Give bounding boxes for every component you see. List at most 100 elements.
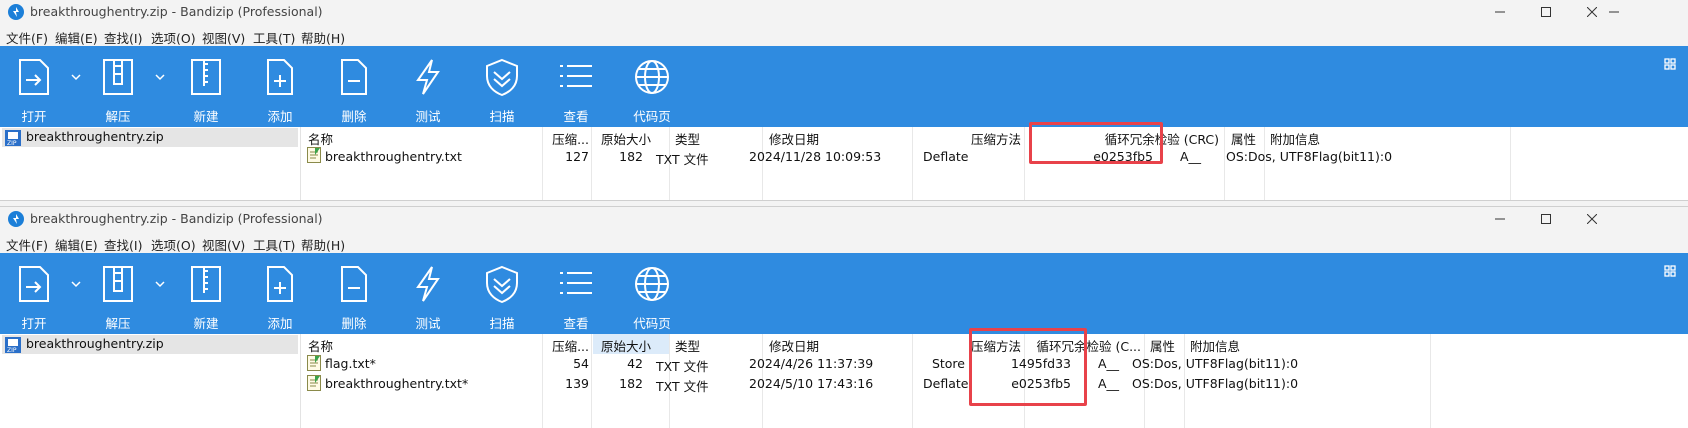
window-separator xyxy=(0,200,1688,207)
new-button[interactable]: 新建 xyxy=(174,257,238,331)
extract-button[interactable]: 解压 xyxy=(86,50,150,124)
bandizip-window-top: breakthroughentry.zip - Bandizip (Profes… xyxy=(0,0,1688,200)
zip-archive-icon: ZIP xyxy=(5,130,21,146)
delete-button[interactable]: 删除 xyxy=(322,50,386,124)
test-button[interactable]: 测试 xyxy=(396,50,460,124)
chevron-down-icon[interactable] xyxy=(70,279,82,289)
menu-bar: 文件(F) 编辑(E) 查找(I) 选项(O) 视图(V) 工具(T) 帮助(H… xyxy=(0,231,1688,253)
cell-attr: A__ xyxy=(1180,149,1202,164)
list-view-icon xyxy=(560,65,592,87)
new-button[interactable]: 新建 xyxy=(174,50,238,124)
cell-compressed: 54 xyxy=(573,356,589,371)
tree-item-archive[interactable]: ZIP breakthroughentry.zip xyxy=(2,128,298,147)
new-archive-icon xyxy=(191,59,221,95)
cell-method: Deflate xyxy=(923,149,969,164)
delete-button[interactable]: 删除 xyxy=(322,257,386,331)
chevron-down-icon[interactable] xyxy=(70,72,82,82)
file-list: 名称 压缩... 原始大小 类型 修改日期 压缩方法 循环冗余检验 (CRC) … xyxy=(303,122,1688,200)
toolbar: 打开 解压 新建 添加 删除 测试 扫描 查看 代码页 xyxy=(0,46,1688,127)
header-name[interactable]: 名称 xyxy=(308,129,333,148)
menu-view[interactable]: 视图(V) xyxy=(202,235,245,254)
menu-tools[interactable]: 工具(T) xyxy=(253,28,295,47)
header-original[interactable]: 原始大小 xyxy=(601,336,651,355)
menu-edit[interactable]: 编辑(E) xyxy=(55,28,98,47)
close-button[interactable] xyxy=(1570,207,1615,231)
cell-name: flag.txt* xyxy=(325,356,376,371)
menu-options[interactable]: 选项(O) xyxy=(151,235,196,254)
new-archive-icon xyxy=(191,266,221,302)
cell-method: Store xyxy=(931,356,965,371)
header-type[interactable]: 类型 xyxy=(675,129,700,148)
header-attr[interactable]: 属性 xyxy=(1231,129,1256,148)
cell-attr: A__ xyxy=(1098,356,1120,371)
header-compressed[interactable]: 压缩... xyxy=(537,129,589,148)
bandizip-window-bottom: breakthroughentry.zip - Bandizip (Profes… xyxy=(0,207,1688,428)
header-extra[interactable]: 附加信息 xyxy=(1190,336,1240,355)
test-button[interactable]: 测试 xyxy=(396,257,460,331)
globe-icon xyxy=(635,60,669,94)
cell-original: 182 xyxy=(619,149,643,164)
header-original[interactable]: 原始大小 xyxy=(601,129,651,148)
open-icon xyxy=(19,266,49,302)
menu-options[interactable]: 选项(O) xyxy=(151,28,196,47)
bandizip-logo-icon xyxy=(8,211,24,227)
cell-attr: A__ xyxy=(1098,376,1120,391)
cell-extra: OS:Dos, UTF8Flag(bit11):0 xyxy=(1132,356,1299,371)
window-title: breakthroughentry.zip - Bandizip (Profes… xyxy=(30,211,323,226)
zip-archive-icon: ZIP xyxy=(5,337,21,353)
open-button[interactable]: 打开 xyxy=(2,50,66,124)
header-extra[interactable]: 附加信息 xyxy=(1270,129,1320,148)
scan-button[interactable]: 扫描 xyxy=(470,257,534,331)
cell-type: TXT 文件 xyxy=(656,152,709,167)
menu-edit[interactable]: 编辑(E) xyxy=(55,235,98,254)
menu-view[interactable]: 视图(V) xyxy=(202,28,245,47)
view-button[interactable]: 查看 xyxy=(544,50,608,124)
maximize-button[interactable] xyxy=(1524,0,1569,24)
codepage-button[interactable]: 代码页 xyxy=(620,257,684,331)
extract-icon xyxy=(103,59,133,95)
menu-find[interactable]: 查找(I) xyxy=(104,235,142,254)
header-method[interactable]: 压缩方法 xyxy=(923,129,1021,148)
header-modified[interactable]: 修改日期 xyxy=(769,336,819,355)
maximize-button[interactable] xyxy=(1524,207,1569,231)
cell-compressed: 127 xyxy=(565,149,589,164)
file-list: 名称 压缩... 原始大小 类型 修改日期 压缩方法 循环冗余检验 (C... … xyxy=(303,328,1688,428)
grid-view-icon[interactable] xyxy=(1664,265,1676,277)
chevron-down-icon[interactable] xyxy=(154,279,166,289)
chevron-down-icon[interactable] xyxy=(154,72,166,82)
open-button[interactable]: 打开 xyxy=(2,257,66,331)
view-button[interactable]: 查看 xyxy=(544,257,608,331)
extract-icon xyxy=(103,266,133,302)
list-view-icon xyxy=(560,272,592,294)
close-button[interactable] xyxy=(1570,0,1615,24)
grid-view-icon[interactable] xyxy=(1664,58,1676,70)
header-compressed[interactable]: 压缩... xyxy=(537,336,589,355)
header-name[interactable]: 名称 xyxy=(308,336,333,355)
menu-help[interactable]: 帮助(H) xyxy=(301,235,345,254)
scan-button[interactable]: 扫描 xyxy=(470,50,534,124)
minimize-button[interactable] xyxy=(1478,207,1523,231)
lightning-icon xyxy=(416,59,440,95)
text-file-icon xyxy=(307,355,321,371)
extract-button[interactable]: 解压 xyxy=(86,257,150,331)
menu-file[interactable]: 文件(F) xyxy=(6,235,48,254)
menu-tools[interactable]: 工具(T) xyxy=(253,235,295,254)
header-attr[interactable]: 属性 xyxy=(1150,336,1175,355)
add-button[interactable]: 添加 xyxy=(248,50,312,124)
folder-tree: ZIP breakthroughentry.zip xyxy=(0,334,301,428)
shield-icon xyxy=(486,58,518,96)
menu-find[interactable]: 查找(I) xyxy=(104,28,142,47)
menu-file[interactable]: 文件(F) xyxy=(6,28,48,47)
minimize-button-2[interactable] xyxy=(1478,0,1523,24)
codepage-button[interactable]: 代码页 xyxy=(620,50,684,124)
lightning-icon xyxy=(416,266,440,302)
header-type[interactable]: 类型 xyxy=(675,336,700,355)
window-title: breakthroughentry.zip - Bandizip (Profes… xyxy=(30,4,323,19)
add-button[interactable]: 添加 xyxy=(248,257,312,331)
header-modified[interactable]: 修改日期 xyxy=(769,129,819,148)
text-file-icon xyxy=(307,147,321,163)
cell-modified: 2024/4/26 11:37:39 xyxy=(749,356,874,371)
globe-icon xyxy=(635,267,669,301)
menu-help[interactable]: 帮助(H) xyxy=(301,28,345,47)
tree-item-archive[interactable]: ZIP breakthroughentry.zip xyxy=(2,335,298,354)
